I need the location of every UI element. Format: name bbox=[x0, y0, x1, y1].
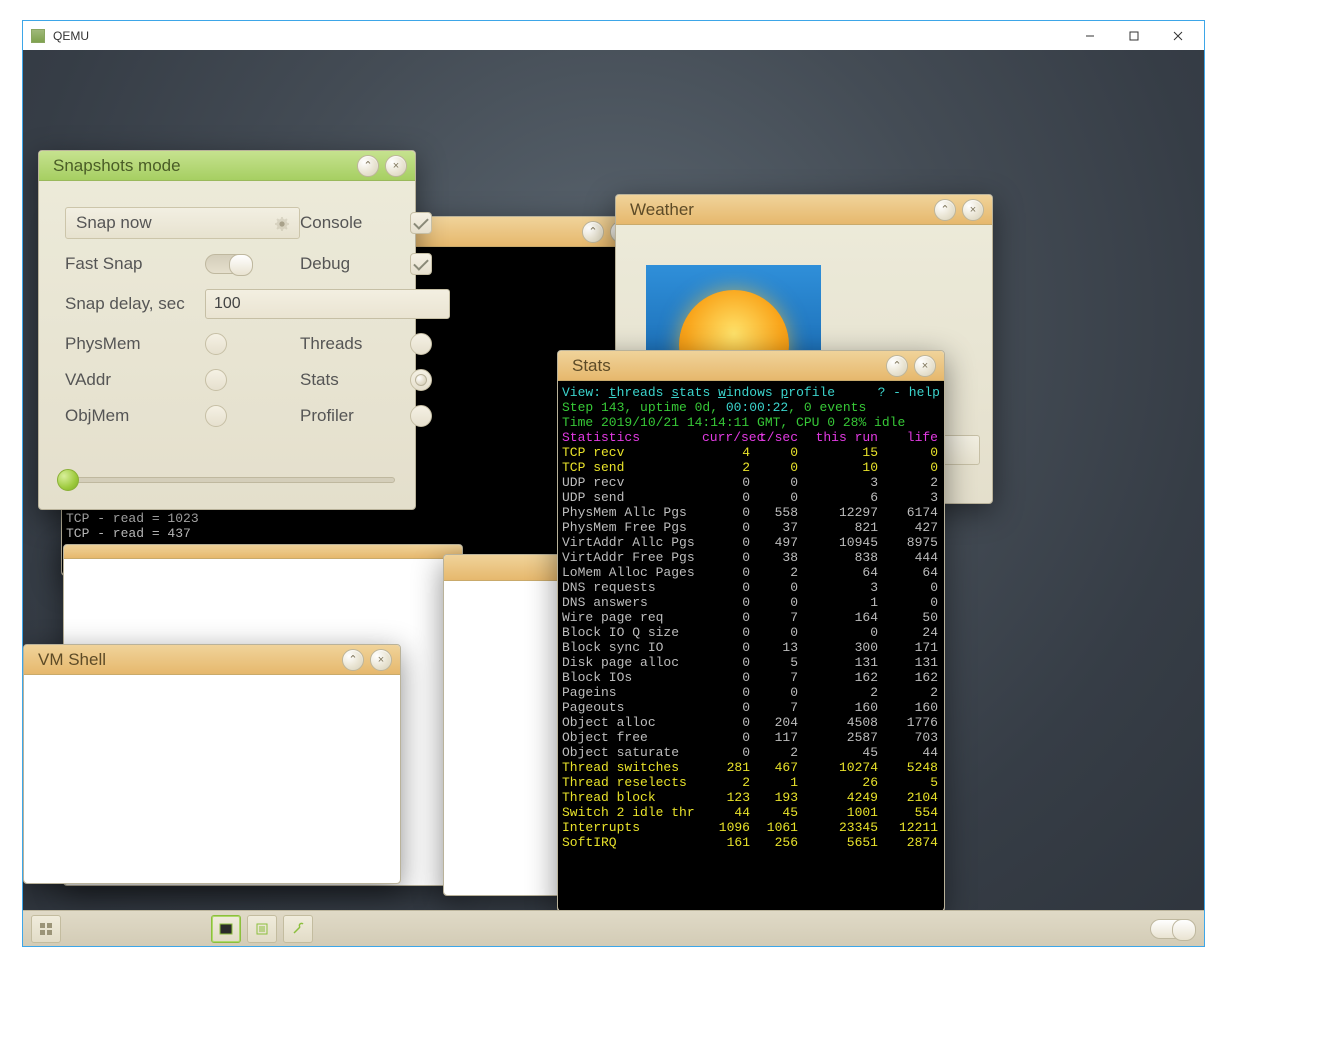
host-titlebar[interactable]: QEMU bbox=[23, 21, 1204, 50]
stat-row: Object free01172587703 bbox=[562, 730, 940, 745]
close-icon[interactable]: × bbox=[962, 199, 984, 221]
task-terminal-icon[interactable] bbox=[211, 915, 241, 943]
stat-row: DNS requests0030 bbox=[562, 580, 940, 595]
console-line: TCP - read = 1023 bbox=[66, 511, 636, 526]
stat-row: TCP send20100 bbox=[562, 460, 940, 475]
stat-row: UDP send0063 bbox=[562, 490, 940, 505]
snap-delay-label: Snap delay, sec bbox=[65, 294, 205, 314]
stat-row: Pageins0022 bbox=[562, 685, 940, 700]
taskbar[interactable] bbox=[23, 910, 1204, 946]
start-button[interactable] bbox=[31, 915, 61, 943]
weather-titlebar[interactable]: Weather ⌃ × bbox=[616, 195, 992, 225]
stats-title: Stats bbox=[572, 356, 611, 376]
snap-now-label: Snap now bbox=[76, 213, 152, 233]
stat-row: Switch 2 idle thr44451001554 bbox=[562, 805, 940, 820]
weather-sun-icon bbox=[646, 265, 821, 360]
weather-title: Weather bbox=[630, 200, 694, 220]
doc2-body bbox=[444, 581, 572, 895]
stat-row: VirtAddr Allc Pgs0497109458975 bbox=[562, 535, 940, 550]
fast-snap-toggle[interactable] bbox=[205, 254, 253, 274]
minimize-icon[interactable]: ⌃ bbox=[886, 355, 908, 377]
vaddr-radio[interactable] bbox=[205, 369, 227, 391]
stat-row: Wire page req0716450 bbox=[562, 610, 940, 625]
fast-snap-label: Fast Snap bbox=[65, 254, 205, 274]
doc-window-2[interactable] bbox=[443, 554, 573, 896]
maximize-button[interactable] bbox=[1112, 22, 1156, 50]
console-label: Console bbox=[300, 213, 410, 233]
close-icon[interactable]: × bbox=[385, 155, 407, 177]
doc1-titlebar[interactable] bbox=[64, 545, 462, 559]
console-checkbox[interactable] bbox=[410, 212, 432, 234]
minimize-icon[interactable]: ⌃ bbox=[357, 155, 379, 177]
profiler-radio[interactable] bbox=[410, 405, 432, 427]
snapshots-title: Snapshots mode bbox=[53, 156, 181, 176]
profiler-label: Profiler bbox=[300, 406, 410, 426]
threads-label: Threads bbox=[300, 334, 410, 354]
stat-row: Thread reselects21265 bbox=[562, 775, 940, 790]
close-icon[interactable]: × bbox=[370, 649, 392, 671]
snapshots-slider-thumb[interactable] bbox=[57, 469, 79, 491]
minimize-button[interactable] bbox=[1068, 22, 1112, 50]
stat-row: Object saturate024544 bbox=[562, 745, 940, 760]
task-tools-icon[interactable] bbox=[283, 915, 313, 943]
stat-row: TCP recv40150 bbox=[562, 445, 940, 460]
stats-window[interactable]: Stats ⌃ × View: threads stats windows pr… bbox=[557, 350, 945, 912]
threads-radio[interactable] bbox=[410, 333, 432, 355]
task-doc-icon[interactable] bbox=[247, 915, 277, 943]
stat-row: Disk page alloc05131131 bbox=[562, 655, 940, 670]
host-window: QEMU Ph ⌃ × bbox=[22, 20, 1205, 947]
stat-row: Interrupts109610612334512211 bbox=[562, 820, 940, 835]
taskbar-toggle[interactable] bbox=[1150, 919, 1196, 939]
stat-row: Block sync IO013300171 bbox=[562, 640, 940, 655]
stats-label: Stats bbox=[300, 370, 410, 390]
snap-now-button[interactable]: Snap now bbox=[65, 207, 300, 239]
stat-row: VirtAddr Free Pgs038838444 bbox=[562, 550, 940, 565]
physmem-label: PhysMem bbox=[65, 334, 205, 354]
snapshots-body: Snap now Console Fast Snap Debug Snap de… bbox=[39, 181, 415, 509]
vmshell-body[interactable] bbox=[24, 675, 400, 883]
console-line: TCP - read = 437 bbox=[66, 526, 636, 541]
stat-row: Block IOs07162162 bbox=[562, 670, 940, 685]
stats-radio[interactable] bbox=[410, 369, 432, 391]
stat-row: LoMem Alloc Pages026464 bbox=[562, 565, 940, 580]
stats-titlebar[interactable]: Stats ⌃ × bbox=[558, 351, 944, 381]
debug-checkbox[interactable] bbox=[410, 253, 432, 275]
stat-row: Object alloc020445081776 bbox=[562, 715, 940, 730]
stat-row: Block IO Q size00024 bbox=[562, 625, 940, 640]
stat-row: Pageouts07160160 bbox=[562, 700, 940, 715]
objmem-radio[interactable] bbox=[205, 405, 227, 427]
snapshots-window[interactable]: Snapshots mode ⌃ × Snap now Console bbox=[38, 150, 416, 510]
stat-row: UDP recv0032 bbox=[562, 475, 940, 490]
stat-row: Thread block12319342492104 bbox=[562, 790, 940, 805]
stat-row: DNS answers0010 bbox=[562, 595, 940, 610]
stat-row: Thread switches281467102745248 bbox=[562, 760, 940, 775]
vmshell-title: VM Shell bbox=[38, 650, 106, 670]
minimize-icon[interactable]: ⌃ bbox=[342, 649, 364, 671]
debug-label: Debug bbox=[300, 254, 410, 274]
physmem-radio[interactable] bbox=[205, 333, 227, 355]
vmshell-window[interactable]: VM Shell ⌃ × bbox=[23, 644, 401, 884]
minimize-icon[interactable]: ⌃ bbox=[934, 199, 956, 221]
doc2-titlebar[interactable] bbox=[444, 555, 572, 581]
snapshots-titlebar[interactable]: Snapshots mode ⌃ × bbox=[39, 151, 415, 181]
guest-desktop[interactable]: Ph ⌃ × TCP - read = 1023 TCP - read = 43… bbox=[23, 50, 1204, 946]
snapshots-slider[interactable] bbox=[59, 477, 395, 483]
stat-row: SoftIRQ16125656512874 bbox=[562, 835, 940, 850]
vmshell-titlebar[interactable]: VM Shell ⌃ × bbox=[24, 645, 400, 675]
stats-body: View: threads stats windows profile? - h… bbox=[558, 381, 944, 911]
objmem-label: ObjMem bbox=[65, 406, 205, 426]
close-button[interactable] bbox=[1156, 22, 1200, 50]
gear-icon bbox=[275, 216, 289, 230]
stat-row: PhysMem Allc Pgs0558122976174 bbox=[562, 505, 940, 520]
minimize-icon[interactable]: ⌃ bbox=[582, 221, 604, 243]
close-icon[interactable]: × bbox=[914, 355, 936, 377]
stat-row: PhysMem Free Pgs037821427 bbox=[562, 520, 940, 535]
host-title-text: QEMU bbox=[53, 29, 89, 43]
vaddr-label: VAddr bbox=[65, 370, 205, 390]
app-icon bbox=[31, 29, 45, 43]
snap-delay-input[interactable] bbox=[205, 289, 450, 319]
